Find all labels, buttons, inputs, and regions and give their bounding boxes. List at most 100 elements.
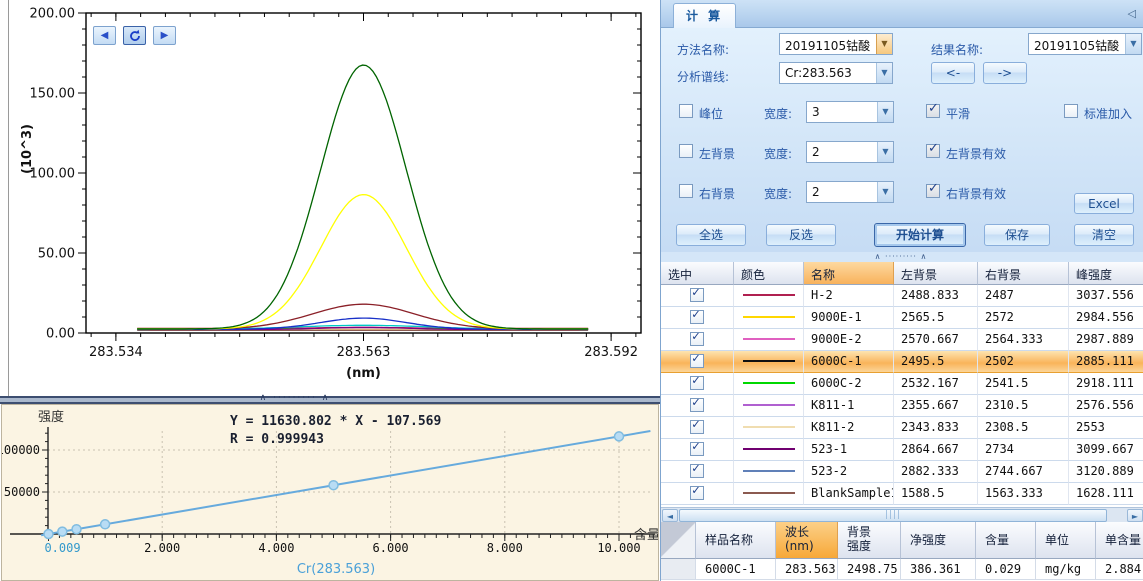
- save-button[interactable]: 保存: [984, 224, 1050, 246]
- panel-splitter[interactable]: ∧ ········· ∧: [661, 252, 1143, 262]
- summary-header-0[interactable]: 样品名称: [696, 522, 776, 559]
- chevron-down-icon[interactable]: ▼: [877, 142, 893, 162]
- svg-text:8.000: 8.000: [487, 541, 523, 555]
- table-row[interactable]: ✓6000C-22532.1672541.52918.111: [661, 373, 1143, 395]
- cell: ✓: [661, 395, 734, 417]
- splitter-grip-icon[interactable]: ∧ ········· ∧: [821, 252, 981, 262]
- table-row[interactable]: ✓9000E-22570.6672564.3332987.889: [661, 329, 1143, 351]
- smooth-checkbox[interactable]: ✓: [926, 104, 940, 118]
- summary-table-row[interactable]: 6000C-1283.5632498.75386.3610.029mg/kg2.…: [661, 559, 1143, 580]
- table-row[interactable]: ✓6000C-12495.525022885.111: [661, 351, 1143, 373]
- cell: 2572: [978, 307, 1069, 329]
- row-checkbox[interactable]: ✓: [690, 398, 704, 412]
- scroll-right-icon[interactable]: ►: [1127, 509, 1143, 522]
- svg-text:6.000: 6.000: [373, 541, 409, 555]
- summary-header-5[interactable]: 单位: [1036, 522, 1096, 559]
- summary-header-3[interactable]: 净强度: [901, 522, 976, 559]
- excel-export-button[interactable]: Excel: [1074, 193, 1134, 214]
- table-row[interactable]: ✓BlankSample11588.51563.3331628.111: [661, 483, 1143, 505]
- svg-text:283.534: 283.534: [89, 345, 143, 360]
- method-name-select[interactable]: 20191105钴酸 ▼: [779, 33, 893, 55]
- horizontal-splitter[interactable]: ∧ ········· ∧: [0, 396, 660, 404]
- next-line-button[interactable]: ->: [983, 62, 1027, 84]
- row-checkbox[interactable]: ✓: [690, 420, 704, 434]
- chevron-down-icon[interactable]: ▼: [877, 102, 893, 122]
- table-row[interactable]: ✓H-22488.83324873037.556: [661, 285, 1143, 307]
- row-checkbox[interactable]: ✓: [690, 288, 704, 302]
- chevron-down-icon[interactable]: ▼: [876, 34, 892, 54]
- summary-cell: 2.884: [1096, 559, 1143, 580]
- clear-button[interactable]: 清空: [1074, 224, 1134, 246]
- width-select-1[interactable]: 3 ▼: [806, 101, 894, 123]
- splitter-grip-icon[interactable]: ∧ ········· ∧: [255, 393, 335, 403]
- left-bg-checkbox[interactable]: ✓: [679, 144, 693, 158]
- left-bg-valid-checkbox[interactable]: ✓: [926, 144, 940, 158]
- app-window: 0.0050.00100.00150.00200.00283.534283.56…: [0, 0, 1143, 581]
- summary-header-4[interactable]: 含量: [976, 522, 1036, 559]
- summary-header-2[interactable]: 背景强度: [838, 522, 901, 559]
- prev-spectrum-button[interactable]: ◀: [93, 26, 116, 45]
- start-calculation-button[interactable]: 开始计算: [874, 223, 966, 247]
- table-row[interactable]: ✓9000E-12565.525722984.556: [661, 307, 1143, 329]
- invert-selection-button[interactable]: 反选: [766, 224, 836, 246]
- cell: 9000E-2: [804, 329, 894, 351]
- cell: 2882.333: [894, 461, 978, 483]
- cell: K811-2: [804, 417, 894, 439]
- cell: 2885.111: [1069, 351, 1143, 373]
- result-name-select[interactable]: 20191105钴酸 ▼: [1028, 33, 1142, 55]
- right-bg-checkbox[interactable]: ✓: [679, 184, 693, 198]
- chevron-down-icon[interactable]: ▼: [1125, 34, 1141, 54]
- column-header-3[interactable]: 左背景: [894, 262, 978, 285]
- summary-header-1[interactable]: 波长(nm): [776, 522, 838, 559]
- standard-addition-checkbox[interactable]: ✓: [1064, 104, 1078, 118]
- table-row[interactable]: ✓523-12864.66727343099.667: [661, 439, 1143, 461]
- next-spectrum-button[interactable]: ▶: [153, 26, 176, 45]
- summary-header-6[interactable]: 单含量: [1096, 522, 1143, 559]
- cell: 1588.5: [894, 483, 978, 505]
- cell: ✓: [661, 329, 734, 351]
- cell: 523-1: [804, 439, 894, 461]
- scrollbar-thumb[interactable]: ||||: [679, 509, 1107, 522]
- refresh-icon[interactable]: [123, 26, 146, 45]
- column-header-0[interactable]: 选中: [661, 262, 734, 285]
- tab-calculate[interactable]: 计 算: [673, 3, 736, 28]
- analysis-line-select[interactable]: Cr:283.563 ▼: [779, 62, 893, 84]
- row-checkbox[interactable]: ✓: [690, 464, 704, 478]
- peak-position-checkbox[interactable]: ✓: [679, 104, 693, 118]
- row-checkbox[interactable]: ✓: [690, 442, 704, 456]
- table-row[interactable]: ✓K811-22343.8332308.52553: [661, 417, 1143, 439]
- width-select-3[interactable]: 2 ▼: [806, 181, 894, 203]
- column-header-5[interactable]: 峰强度: [1069, 262, 1143, 285]
- chevron-down-icon[interactable]: ▼: [877, 182, 893, 202]
- row-checkbox[interactable]: ✓: [690, 486, 704, 500]
- smooth-label: 平滑: [946, 105, 970, 122]
- table-row[interactable]: ✓523-22882.3332744.6673120.889: [661, 461, 1143, 483]
- calibration-chart: 2.0004.0006.0008.00010.0000.009500001000…: [2, 405, 658, 580]
- right-bg-valid-checkbox[interactable]: ✓: [926, 184, 940, 198]
- row-checkbox[interactable]: ✓: [690, 310, 704, 324]
- select-all-button[interactable]: 全选: [676, 224, 746, 246]
- scroll-left-icon[interactable]: ◄: [662, 509, 678, 522]
- table-horizontal-scrollbar[interactable]: ◄ |||| ►: [661, 507, 1143, 522]
- row-checkbox[interactable]: ✓: [690, 376, 704, 390]
- spectrum-curve-peak-yellow: [137, 195, 588, 329]
- column-header-1[interactable]: 颜色: [734, 262, 804, 285]
- svg-text:0.009: 0.009: [44, 541, 80, 555]
- prev-line-button[interactable]: <-: [931, 62, 975, 84]
- svg-text:283.563: 283.563: [337, 345, 391, 360]
- table-row[interactable]: ✓K811-12355.6672310.52576.556: [661, 395, 1143, 417]
- column-header-4[interactable]: 右背景: [978, 262, 1069, 285]
- chevron-down-icon[interactable]: ▼: [876, 63, 892, 83]
- collapse-panel-icon[interactable]: ◁: [1128, 7, 1136, 20]
- corner-select-cell[interactable]: [661, 522, 696, 559]
- row-checkbox[interactable]: ✓: [690, 354, 704, 368]
- width-select-2[interactable]: 2 ▼: [806, 141, 894, 163]
- cell: 2310.5: [978, 395, 1069, 417]
- svg-text:(10^3): (10^3): [20, 124, 35, 174]
- controls-area: 方法名称: 20191105钴酸 ▼ 结果名称: 20191105钴酸 ▼ 分析…: [661, 28, 1143, 252]
- column-header-2[interactable]: 名称: [804, 262, 894, 285]
- cell: 2495.5: [894, 351, 978, 373]
- row-checkbox[interactable]: ✓: [690, 332, 704, 346]
- series-color-swatch: [743, 316, 795, 318]
- cell: [734, 395, 804, 417]
